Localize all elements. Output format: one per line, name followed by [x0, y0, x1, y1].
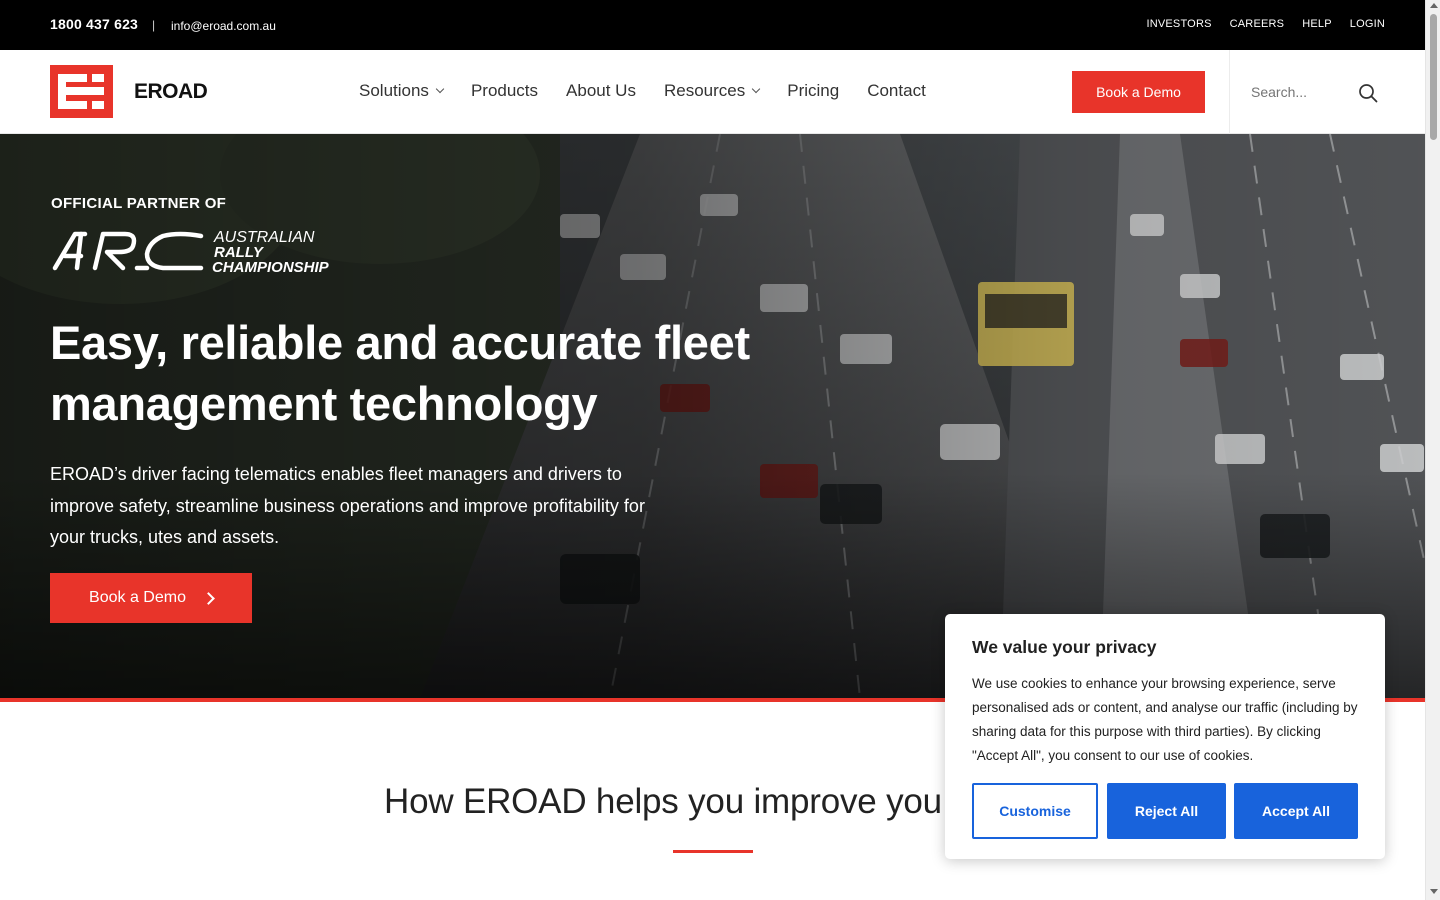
arc-logo-line3: CHAMPIONSHIP [212, 259, 330, 276]
login-link[interactable]: LOGIN [1350, 18, 1385, 30]
customise-button[interactable]: Customise [972, 783, 1098, 839]
cookie-consent-dialog: We value your privacy We use cookies to … [945, 614, 1385, 859]
arc-partner-logo[interactable]: AUSTRALIAN RALLY CHAMPIONSHIP [51, 226, 351, 276]
help-link[interactable]: HELP [1302, 18, 1332, 30]
page-scrollbar[interactable] [1425, 0, 1440, 900]
book-demo-hero-label: Book a Demo [89, 589, 186, 606]
nav-label: Contact [867, 81, 926, 100]
search-area [1229, 50, 1425, 134]
nav-item-contact[interactable]: Contact [867, 81, 926, 101]
nav-label: Products [470, 81, 539, 100]
search-input[interactable] [1251, 80, 1361, 104]
book-demo-hero-button[interactable]: Book a Demo [50, 573, 252, 623]
cookie-title: We value your privacy [972, 637, 1157, 657]
main-header: EROAD Solutions Products About Us Resour… [0, 50, 1425, 134]
main-nav: Solutions Products About Us Resources Pr… [359, 81, 954, 101]
nav-item-about-us[interactable]: About Us [566, 81, 636, 101]
section-heading-underline [673, 850, 753, 853]
partner-label: OFFICIAL PARTNER OF [51, 195, 227, 212]
cookie-description: We use cookies to enhance your browsing … [972, 676, 1358, 763]
eroad-logo-icon[interactable] [50, 65, 113, 118]
nav-label: Solutions [359, 81, 429, 100]
section-heading: How EROAD helps you improve you [384, 782, 942, 821]
scroll-up-arrow-icon[interactable] [1430, 3, 1438, 8]
nav-label: About Us [566, 81, 636, 100]
topbar-separator: | [152, 18, 156, 32]
top-utility-bar: 1800 437 623 | info@eroad.com.au INVESTO… [0, 0, 1425, 50]
nav-label: Resources [663, 81, 746, 100]
chevron-down-icon [751, 84, 761, 94]
brand-name[interactable]: EROAD [134, 80, 208, 104]
scroll-down-arrow-icon[interactable] [1430, 889, 1438, 894]
hero-description: EROAD’s driver facing telematics enables… [50, 464, 645, 547]
accept-all-button[interactable]: Accept All [1234, 783, 1358, 839]
nav-label: Pricing [787, 81, 840, 100]
hero-headline: Easy, reliable and accurate fleet manage… [50, 316, 750, 430]
nav-item-resources[interactable]: Resources [663, 81, 761, 101]
investors-link[interactable]: INVESTORS [1146, 18, 1211, 30]
nav-item-pricing[interactable]: Pricing [787, 81, 839, 101]
book-demo-header-button[interactable]: Book a Demo [1072, 71, 1205, 113]
reject-all-button[interactable]: Reject All [1107, 783, 1226, 839]
chevron-right-icon [202, 591, 215, 605]
chevron-down-icon [435, 84, 445, 94]
nav-item-products[interactable]: Products [471, 81, 538, 101]
nav-item-solutions[interactable]: Solutions [359, 81, 445, 101]
phone-number[interactable]: 1800 437 623 [50, 16, 138, 32]
careers-link[interactable]: CAREERS [1230, 18, 1285, 30]
topbar-links: INVESTORS CAREERS HELP LOGIN [1128, 18, 1385, 30]
scrollbar-thumb[interactable] [1430, 14, 1437, 140]
email-link[interactable]: info@eroad.com.au [171, 19, 276, 33]
search-icon[interactable] [1358, 83, 1378, 103]
